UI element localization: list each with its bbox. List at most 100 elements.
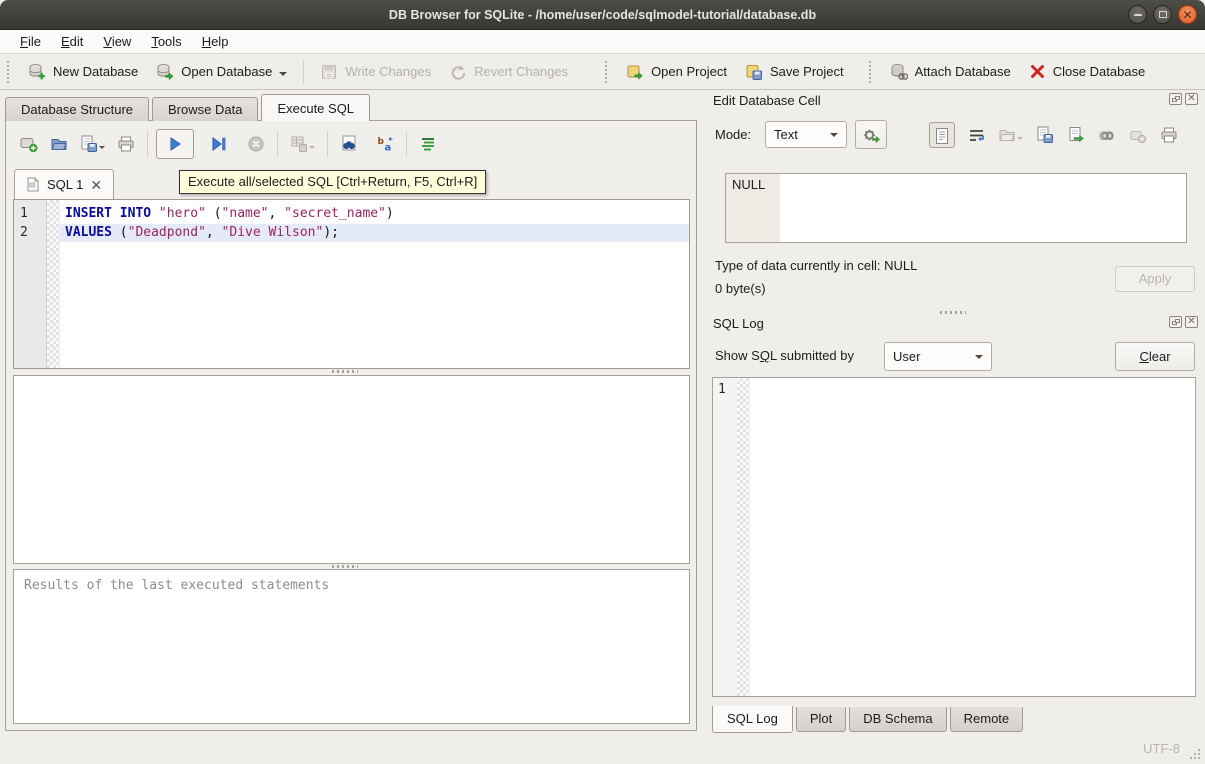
resize-grip[interactable]: [1190, 749, 1200, 759]
print-cell-button[interactable]: [1160, 126, 1178, 144]
line-number: 1: [718, 382, 726, 397]
sql-code[interactable]: INSERT INTO "hero" ("name", "secret_name…: [60, 200, 689, 368]
attach-database-button[interactable]: Attach Database: [881, 58, 1020, 86]
svg-text:b: b: [378, 137, 385, 147]
dock-close-button[interactable]: ✕: [1185, 316, 1198, 328]
results-splitter-handle[interactable]: [332, 565, 358, 568]
tab-database-structure[interactable]: Database Structure: [5, 97, 149, 121]
sql-doc-tab-bar: SQL 1 ✕: [14, 169, 114, 199]
export-icon: [1067, 126, 1085, 144]
menu-edit[interactable]: Edit: [51, 32, 93, 51]
menubar: File Edit View Tools Help: [0, 30, 1205, 54]
sql-log-dock-title: SQL Log: [713, 316, 764, 331]
save-results-dropdown-icon[interactable]: [309, 146, 315, 152]
find-button[interactable]: [334, 131, 364, 157]
tab-execute-sql[interactable]: Execute SQL: [261, 94, 370, 121]
dock-splitter-handle[interactable]: [940, 311, 966, 314]
open-project-button[interactable]: Open Project: [617, 58, 736, 86]
save-file-dropdown-icon[interactable]: [99, 146, 105, 152]
save-sql-file-button[interactable]: [74, 131, 111, 157]
toolbar-drag-handle[interactable]: [869, 61, 874, 83]
format-icon: [419, 135, 437, 153]
save-project-button[interactable]: Save Project: [736, 58, 853, 86]
cell-editor[interactable]: NULL: [725, 173, 1187, 243]
execute-tooltip: Execute all/selected SQL [Ctrl+Return, F…: [179, 170, 486, 194]
menu-view[interactable]: View: [93, 32, 141, 51]
maximize-icon: [1159, 11, 1167, 18]
sql-log-view[interactable]: 1: [712, 377, 1196, 697]
toolbar-drag-handle[interactable]: [605, 61, 610, 83]
log-filter-combobox[interactable]: User: [884, 342, 992, 371]
tab-browse-data[interactable]: Browse Data: [152, 97, 258, 121]
minimize-button[interactable]: [1128, 5, 1147, 24]
new-database-button[interactable]: New Database: [19, 58, 147, 86]
execute-sql-page: b a SQL 1 ✕ Execute all/selected SQL [Ct…: [5, 120, 697, 731]
maximize-button[interactable]: [1153, 5, 1172, 24]
save-results-button[interactable]: [284, 131, 321, 157]
word-wrap-button[interactable]: [968, 127, 985, 144]
text-mode-button[interactable]: [929, 122, 955, 148]
open-file-icon: [50, 135, 68, 153]
open-database-button[interactable]: Open Database: [147, 58, 296, 86]
open-sql-file-button[interactable]: [44, 131, 74, 157]
tab-plot[interactable]: Plot: [796, 707, 846, 732]
close-icon: ✕: [1186, 93, 1197, 105]
close-database-button[interactable]: Close Database: [1020, 58, 1155, 85]
auto-switch-mode-button[interactable]: [855, 120, 887, 149]
write-changes-button[interactable]: Write Changes: [311, 58, 440, 86]
import-data-button[interactable]: [998, 126, 1023, 144]
stop-execution-button[interactable]: [241, 131, 271, 157]
save-results-icon: [290, 135, 308, 153]
code-line[interactable]: INSERT INTO "hero" ("name", "secret_name…: [60, 205, 689, 224]
editor-splitter-handle[interactable]: [332, 370, 358, 373]
results-grid[interactable]: [13, 375, 690, 564]
export-data-button[interactable]: [1036, 126, 1054, 144]
revert-changes-button[interactable]: Revert Changes: [440, 58, 577, 86]
replace-button[interactable]: b a: [370, 131, 400, 157]
tab-sql-log[interactable]: SQL Log: [712, 706, 793, 733]
dock-float-button[interactable]: [1169, 316, 1182, 328]
text-mode-icon: [934, 127, 950, 145]
open-database-dropdown-icon[interactable]: [279, 72, 287, 80]
menu-help[interactable]: Help: [192, 32, 239, 51]
save-project-icon: [745, 63, 763, 81]
execute-sql-button[interactable]: [156, 129, 194, 159]
main-tab-bar: Database Structure Browse Data Execute S…: [5, 94, 373, 121]
attach-database-icon: [890, 63, 908, 81]
results-message-pane[interactable]: Results of the last executed statements: [13, 569, 690, 724]
sql-doc-tab[interactable]: SQL 1 ✕: [14, 169, 114, 199]
toolbar-drag-handle[interactable]: [7, 61, 12, 83]
float-icon: [1175, 96, 1180, 100]
execute-icon: [167, 136, 183, 152]
format-sql-button[interactable]: [413, 131, 443, 157]
new-database-icon: [28, 63, 46, 81]
cell-editor-toolbar: [929, 120, 1199, 150]
code-line[interactable]: VALUES ("Deadpond", "Dive Wilson");: [60, 224, 689, 243]
sql-editor[interactable]: 1 2 INSERT INTO "hero" ("name", "secret_…: [13, 199, 690, 369]
cell-type-info: Type of data currently in cell: NULL: [715, 258, 917, 273]
tab-remote[interactable]: Remote: [950, 707, 1024, 732]
apply-button[interactable]: Apply: [1115, 266, 1195, 292]
dock-float-button[interactable]: [1169, 93, 1182, 105]
write-changes-icon: [320, 63, 338, 81]
link-data-button[interactable]: [1098, 127, 1116, 144]
dock-close-button[interactable]: ✕: [1185, 93, 1198, 105]
window-title: DB Browser for SQLite - /home/user/code/…: [0, 0, 1205, 30]
menu-file[interactable]: File: [10, 32, 51, 51]
mode-combobox[interactable]: Text: [765, 121, 847, 148]
menu-tools[interactable]: Tools: [141, 32, 191, 51]
right-dock-area: Edit Database Cell ✕ Mode: Text: [703, 90, 1203, 736]
edit-cell-dock-title: Edit Database Cell: [713, 93, 821, 108]
open-in-external-button[interactable]: [1067, 126, 1085, 144]
set-null-button[interactable]: [1129, 127, 1147, 144]
folding-margin: [737, 378, 750, 696]
clear-log-button[interactable]: Clear: [1115, 342, 1195, 371]
close-tab-icon[interactable]: ✕: [90, 178, 102, 192]
bottom-tab-bar: SQL Log Plot DB Schema Remote: [712, 707, 1026, 734]
open-tab-button[interactable]: [14, 131, 44, 157]
close-button[interactable]: ✕: [1178, 5, 1197, 24]
tab-db-schema[interactable]: DB Schema: [849, 707, 946, 732]
cell-size-info: 0 byte(s): [715, 281, 766, 296]
print-button[interactable]: [111, 131, 141, 157]
execute-current-line-button[interactable]: [204, 132, 233, 156]
